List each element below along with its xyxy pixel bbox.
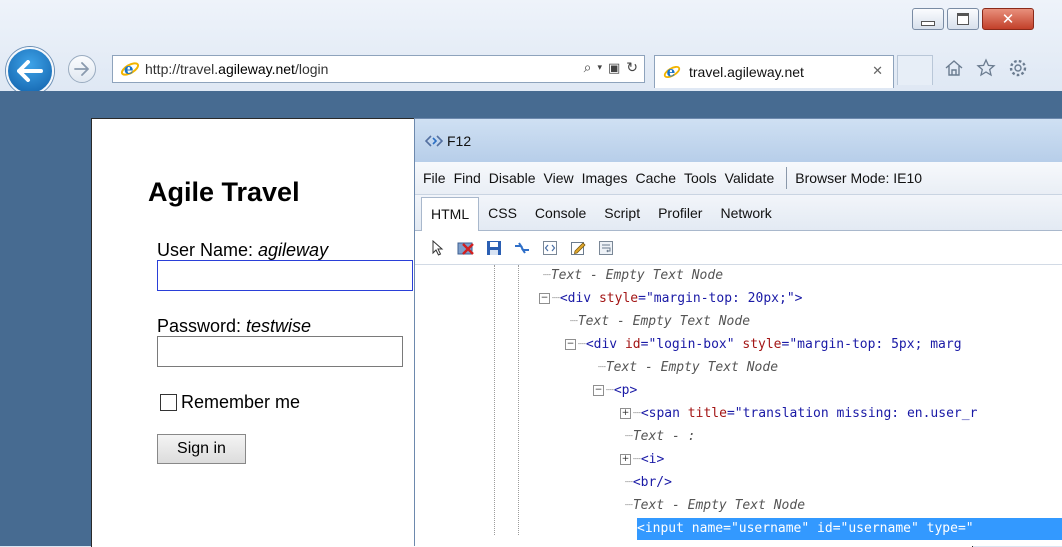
tree-node[interactable]: − ┈<p>	[593, 380, 637, 402]
close-icon: ✕	[1001, 9, 1015, 28]
gear-icon[interactable]	[1008, 58, 1028, 78]
username-input[interactable]	[157, 260, 413, 291]
tab-title: travel.agileway.net	[689, 64, 804, 80]
home-icon[interactable]	[944, 58, 964, 78]
forward-arrow-icon	[74, 62, 89, 76]
svg-text:e: e	[124, 60, 134, 78]
dropdown-chevron-icon[interactable]: ▾	[597, 63, 602, 73]
password-input[interactable]	[157, 336, 403, 367]
devtools-tabbar: HTML CSS Console Script Profiler Network	[415, 195, 1062, 231]
sign-in-button[interactable]: Sign in	[157, 434, 246, 464]
tree-node-selected[interactable]: <input name="username" id="username" typ…	[637, 518, 1062, 540]
tab-network[interactable]: Network	[711, 205, 780, 230]
view-source-icon[interactable]	[541, 239, 559, 257]
devtools-icon	[425, 134, 443, 147]
dom-tree: ┈Text - Empty Text Node − ┈<div style="ma…	[415, 265, 1062, 540]
devtools-titlebar: F12	[415, 119, 1062, 162]
close-window-button[interactable]: ✕	[982, 8, 1034, 30]
tree-node[interactable]: ┈Text - Empty Text Node	[570, 311, 750, 333]
back-arrow-icon	[17, 60, 43, 82]
save-icon[interactable]	[485, 239, 503, 257]
tree-node[interactable]: ┈Text - Empty Text Node	[625, 495, 805, 517]
tab-html[interactable]: HTML	[421, 197, 480, 231]
browser-toolbar	[944, 58, 1028, 78]
word-wrap-icon[interactable]	[597, 239, 615, 257]
tab-profiler[interactable]: Profiler	[649, 205, 711, 230]
tab-script[interactable]: Script	[595, 205, 649, 230]
collapse-icon[interactable]: −	[539, 293, 550, 304]
username-label: User Name: agileway	[157, 240, 329, 260]
devtools-toolbar	[415, 230, 1062, 265]
tab-ie-logo-icon: e	[661, 61, 683, 83]
password-hint: testwise	[246, 316, 312, 336]
minimize-button[interactable]	[912, 8, 944, 30]
menu-file[interactable]: File	[423, 170, 446, 186]
back-button[interactable]	[6, 47, 54, 95]
tree-node[interactable]: ┈Text - :	[625, 426, 695, 448]
menu-cache[interactable]: Cache	[636, 170, 676, 186]
password-label: Password: testwise	[157, 316, 312, 336]
menu-tools[interactable]: Tools	[684, 170, 717, 186]
address-tools: ⌕ ▾ ▣ ↻	[584, 60, 638, 76]
tree-node[interactable]: ┈<br/>	[625, 472, 672, 494]
browser-chrome: ✕ e http://travel.agileway.net/login ⌕ ▾…	[0, 0, 1062, 95]
menu-find[interactable]: Find	[454, 170, 481, 186]
compatibility-view-icon[interactable]: ▣	[608, 61, 620, 76]
tab-close-icon[interactable]: ✕	[872, 64, 883, 79]
tree-node[interactable]: − ┈<div style="margin-top: 20px;">	[539, 288, 802, 310]
f12-devtools-panel: F12 File Find Disable View Images Cache …	[414, 118, 1062, 546]
edit-icon[interactable]	[569, 239, 587, 257]
username-hint: agileway	[258, 240, 329, 260]
tree-node[interactable]: + ┈<span title="translation missing: en.u…	[620, 403, 977, 425]
menu-browser-mode[interactable]: Browser Mode: IE10	[795, 170, 922, 186]
devtools-title: F12	[447, 132, 472, 149]
menu-disable[interactable]: Disable	[489, 170, 536, 186]
expand-icon[interactable]: +	[620, 408, 631, 419]
new-tab-button[interactable]	[897, 55, 933, 85]
menu-validate[interactable]: Validate	[725, 170, 775, 186]
menu-separator	[786, 167, 788, 189]
minimize-icon	[921, 20, 935, 26]
svg-text:e: e	[667, 65, 676, 81]
maximize-button[interactable]	[947, 8, 979, 30]
forward-button[interactable]	[68, 55, 96, 83]
menu-view[interactable]: View	[544, 170, 574, 186]
tree-node[interactable]: − ┈<div id="login-box" style="margin-top:…	[565, 334, 962, 356]
collapse-icon[interactable]: −	[593, 385, 604, 396]
remember-me[interactable]: Remember me	[160, 392, 300, 413]
select-element-icon[interactable]	[429, 239, 447, 257]
browser-tab[interactable]: e travel.agileway.net ✕	[654, 55, 894, 88]
page-title: Agile Travel	[148, 177, 300, 207]
maximize-icon	[957, 13, 969, 25]
tab-console[interactable]: Console	[526, 205, 595, 230]
search-icon[interactable]: ⌕	[584, 60, 592, 76]
tree-node[interactable]: + ┈<i>	[620, 449, 664, 471]
refresh-dom-icon[interactable]	[513, 239, 531, 257]
tree-node[interactable]: ┈Text - Empty Text Node	[598, 357, 778, 379]
tree-node[interactable]: ┈Text - Empty Text Node	[543, 265, 723, 287]
ie-logo-icon: e	[119, 58, 141, 80]
tree-guide	[518, 265, 519, 535]
tab-css[interactable]: CSS	[479, 205, 526, 230]
address-bar[interactable]: e http://travel.agileway.net/login ⌕ ▾ ▣…	[112, 55, 645, 83]
remember-me-checkbox[interactable]	[160, 394, 177, 411]
menu-images[interactable]: Images	[582, 170, 628, 186]
refresh-icon[interactable]: ↻	[626, 60, 638, 76]
favorites-star-icon[interactable]	[976, 58, 996, 78]
tree-guide	[494, 265, 495, 535]
expand-icon[interactable]: +	[620, 454, 631, 465]
remember-me-label: Remember me	[181, 392, 301, 412]
collapse-icon[interactable]: −	[565, 339, 576, 350]
devtools-menubar: File Find Disable View Images Cache Tool…	[415, 162, 1062, 195]
clear-highlight-icon[interactable]	[457, 239, 475, 257]
address-url[interactable]: http://travel.agileway.net/login	[145, 61, 328, 77]
